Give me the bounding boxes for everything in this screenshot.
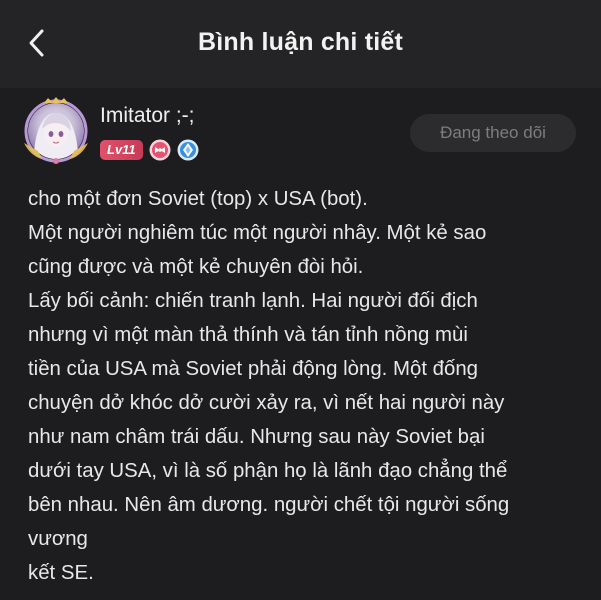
comment-line: cho một đơn Soviet (top) x USA (bot).	[28, 188, 368, 210]
comment-body: cho một đơn Soviet (top) x USA (bot). Mộ…	[28, 182, 588, 590]
comment-line: nhưng vì một màn thả thính và tán tỉnh n…	[28, 324, 468, 346]
user-badges: Lv11	[100, 139, 199, 161]
avatar-frame-icon	[24, 97, 88, 164]
header-bar: Bình luận chi tiết	[0, 0, 601, 88]
comment-line: kết SE.	[28, 562, 94, 584]
avatar[interactable]	[22, 97, 90, 165]
follow-button[interactable]: Đang theo dõi	[410, 114, 576, 152]
pink-ribbon-badge-icon	[149, 139, 171, 161]
comment-line: chuyện dở khóc dở cười xảy ra, vì nết ha…	[28, 392, 505, 414]
page-title: Bình luận chi tiết	[198, 28, 403, 56]
comment-line: bên nhau. Nên âm dương. người chết tội n…	[28, 494, 510, 516]
comment-line: Một người nghiêm túc một người nhây. Một…	[28, 222, 487, 244]
level-badge: Lv11	[100, 140, 143, 160]
blue-diamond-badge-icon	[177, 139, 199, 161]
comment-line: cũng được và một kẻ chuyên đòi hỏi.	[28, 256, 364, 278]
comment-line: tiền của USA mà Soviet phải động lòng. M…	[28, 358, 479, 380]
username[interactable]: Imitator ;-;	[100, 104, 195, 128]
comment-line: vương	[28, 528, 88, 550]
comment-line: dưới tay USA, vì là số phận họ là lãnh đ…	[28, 460, 508, 482]
comment-line: như nam châm trái dấu. Nhưng sau này Sov…	[28, 426, 485, 448]
comment-line: Lấy bối cảnh: chiến tranh lạnh. Hai ngườ…	[28, 290, 478, 312]
